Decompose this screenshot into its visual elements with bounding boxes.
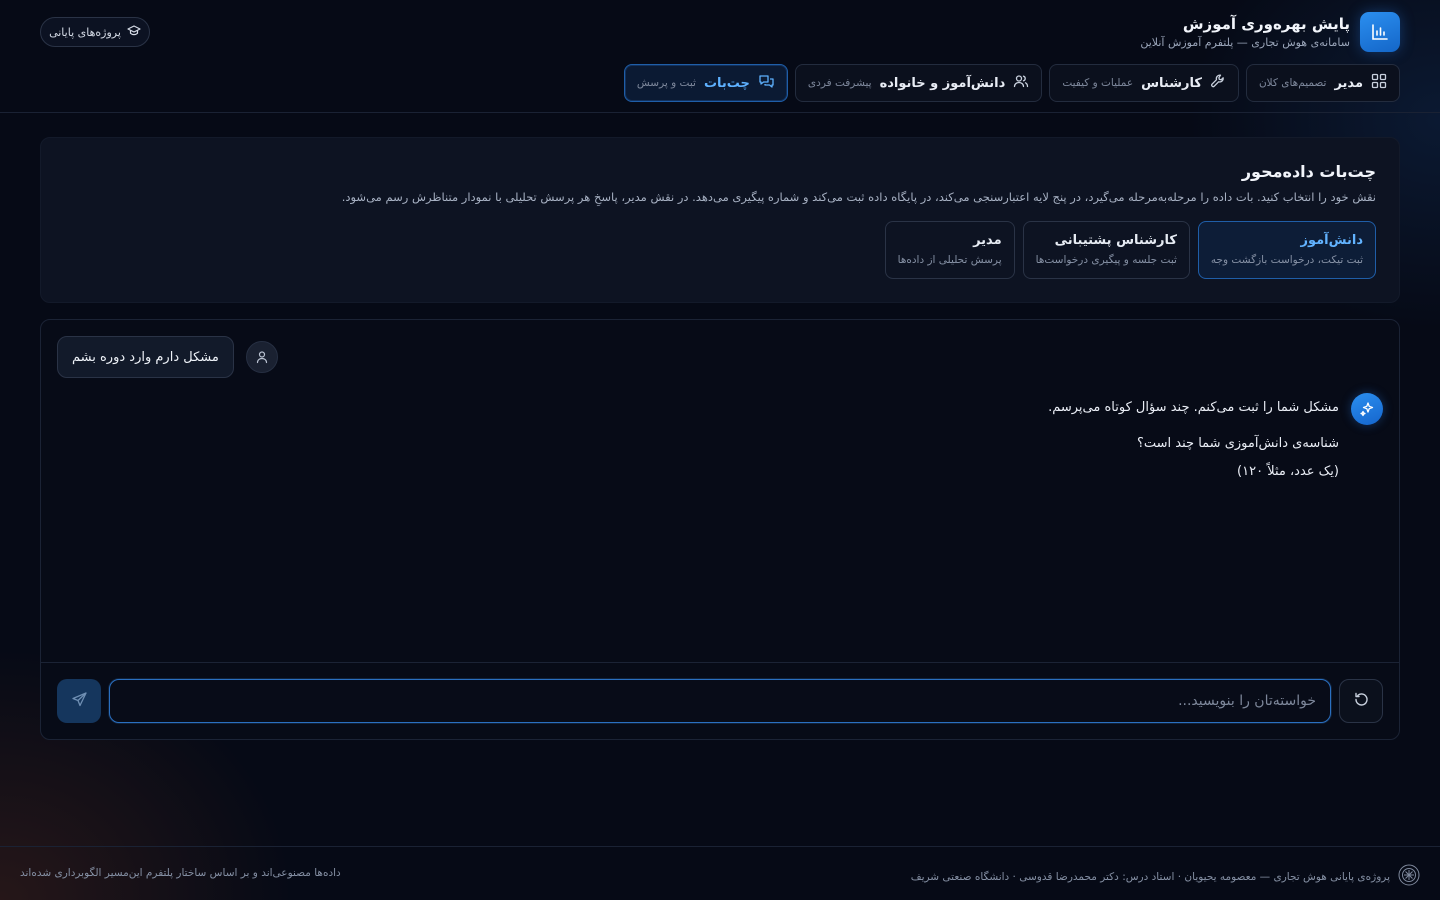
tab-manager-title: مدیر [1334,75,1363,91]
tab-chatbot-title: چت‌بات [703,75,750,91]
tab-student-family[interactable]: دانش‌آموز و خانواده پیشرفت فردی [794,64,1043,102]
role-support-subtitle: ثبت جلسه و پیگیری درخواست‌ها [1035,254,1177,266]
role-selector: دانش‌آموز ثبت تیکت، درخواست بازگشت وجه ک… [884,221,1376,279]
tab-student-family-subtitle: پیشرفت فردی [807,77,872,89]
bot-message: مشکل شما را ثبت می‌کنم. چند سؤال کوتاه م… [1048,398,1339,482]
footer-credits: پروژه‌ی پایانی هوش تجاری — معصومه یحیویا… [911,864,1420,889]
main-nav: مدیر تصمیم‌های کلان کارشناس عملیات و کیف… [623,64,1400,102]
bot-message-line: مشکل شما را ثبت می‌کنم. چند سؤال کوتاه م… [1048,400,1339,415]
footer-credits-text: پروژه‌ی پایانی هوش تجاری — معصومه یحیویا… [910,870,1390,883]
tab-chatbot-subtitle: ثبت و پرسش [636,77,696,89]
role-manager-subtitle: پرسش تحلیلی از داده‌ها [897,254,1002,266]
role-support-button[interactable]: کارشناس پشتیبانی ثبت جلسه و پیگیری درخوا… [1022,221,1190,279]
final-projects-button[interactable]: پروژه‌های پایانی [40,17,150,47]
tab-student-family-title: دانش‌آموز و خانواده [879,75,1006,91]
send-icon [71,691,88,712]
chatbot-intro-card: چت‌بات داده‌محور نقش خود را انتخاب کنید.… [40,137,1400,303]
page-title: چت‌بات داده‌محور [1241,162,1376,181]
user-icon [245,341,278,373]
role-student-subtitle: ثبت تیکت، درخواست بازگشت وجه [1210,254,1363,266]
app-header: پایش بهره‌وری آموزش سامانه‌ی هوش تجاری —… [0,0,1440,113]
tab-chatbot[interactable]: چت‌بات ثبت و پرسش [623,64,788,102]
chat-icon [758,73,775,94]
user-message-row: مشکل دارم وارد دوره بشم [57,336,278,378]
final-projects-label: پروژه‌های پایانی [49,25,121,39]
brand-subtitle: سامانه‌ی هوش تجاری — پلتفرم آموزش آنلاین [1140,36,1350,49]
brand-title: پایش بهره‌وری آموزش [1182,15,1350,33]
role-manager-button[interactable]: مدیر پرسش تحلیلی از داده‌ها [884,221,1015,279]
role-support-title: کارشناس پشتیبانی [1054,233,1177,248]
tab-manager[interactable]: مدیر تصمیم‌های کلان [1245,64,1400,102]
app-footer: پروژه‌ی پایانی هوش تجاری — معصومه یحیویا… [0,846,1440,900]
wrench-icon [1210,73,1226,93]
reset-button[interactable] [1339,679,1383,723]
tab-expert-title: کارشناس [1141,75,1202,91]
university-seal-icon [1398,864,1420,889]
footer-disclaimer: داده‌ها مصنوعی‌اند و بر اساس ساختار پلتف… [20,867,341,879]
chat-composer [41,662,1399,740]
tab-manager-subtitle: تصمیم‌های کلان [1258,77,1327,89]
sparkles-icon [1351,393,1383,425]
bot-message-line: شناسه‌ی دانش‌آموزی شما چند است؟ [1136,436,1339,451]
users-icon [1013,73,1029,93]
tab-expert-subtitle: عملیات و کیفیت [1062,77,1134,89]
role-student-button[interactable]: دانش‌آموز ثبت تیکت، درخواست بازگشت وجه [1197,221,1376,279]
chat-panel: مشکل دارم وارد دوره بشم مشکل شما را ثبت … [40,319,1400,740]
bot-message-line: (یک عدد، مثلاً ۱۲۰) [1237,464,1339,479]
tab-expert[interactable]: کارشناس عملیات و کیفیت [1049,64,1239,102]
page-description: نقش خود را انتخاب کنید. بات داده را مرحل… [341,190,1376,204]
brand: پایش بهره‌وری آموزش سامانه‌ی هوش تجاری —… [1140,12,1400,52]
refresh-icon [1353,691,1370,712]
graduation-cap-icon [127,24,141,41]
role-student-title: دانش‌آموز [1300,233,1363,248]
message-input[interactable] [109,679,1331,723]
bar-chart-icon [1360,12,1400,52]
role-manager-title: مدیر [973,233,1002,248]
send-button[interactable] [57,679,101,723]
grid-icon [1371,73,1387,93]
user-message: مشکل دارم وارد دوره بشم [57,336,234,378]
